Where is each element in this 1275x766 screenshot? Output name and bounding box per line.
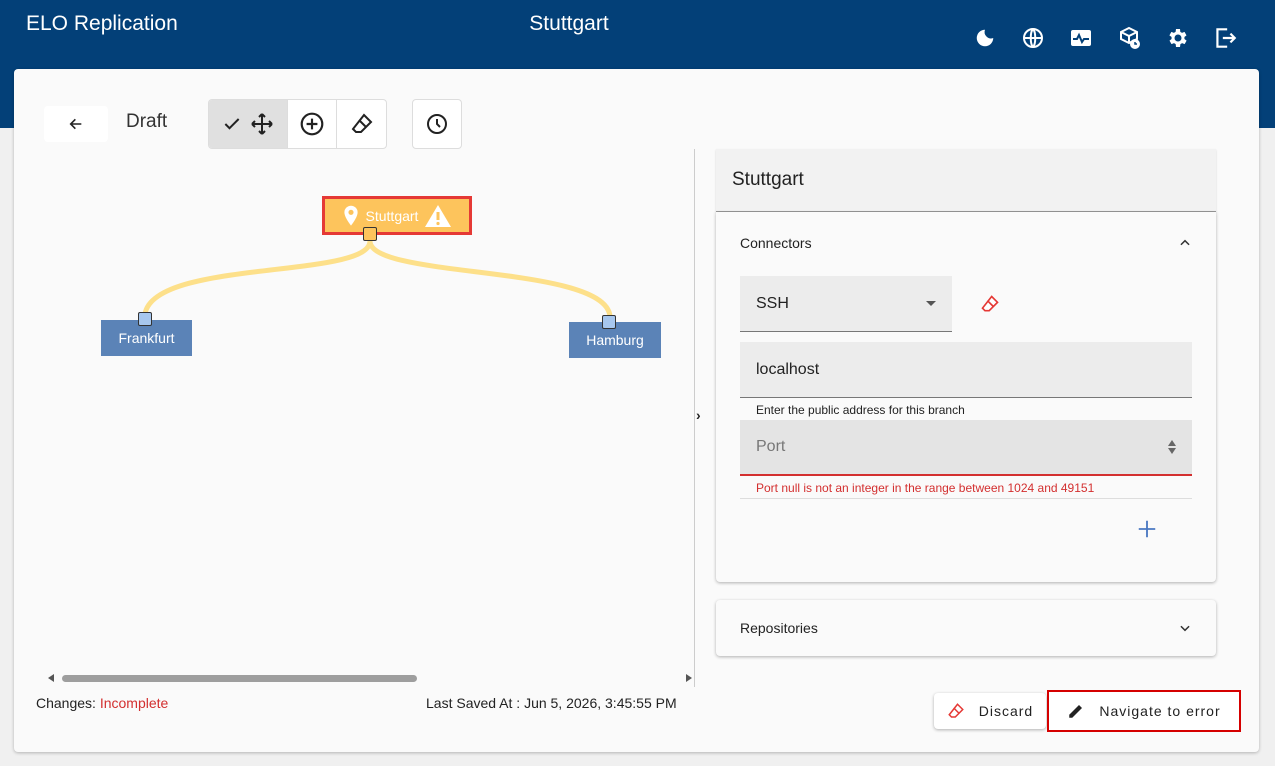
increment-arrow-icon[interactable] xyxy=(1168,440,1176,446)
location-pin-icon xyxy=(343,205,358,226)
settings-icon[interactable] xyxy=(1163,24,1191,52)
divider xyxy=(740,498,1192,499)
node-port[interactable] xyxy=(602,315,616,329)
editor-card: Draft Stuttgart Frankfurt Hamburg › Chan… xyxy=(14,69,1259,752)
edge-stuttgart-hamburg xyxy=(367,240,613,317)
changes-value: Incomplete xyxy=(99,695,169,711)
add-connector-button[interactable] xyxy=(1136,518,1158,545)
connectors-title: Connectors xyxy=(740,235,812,251)
edge-stuttgart-frankfurt xyxy=(142,240,373,315)
package-status-icon[interactable] xyxy=(1115,24,1143,52)
navigate-label: Navigate to error xyxy=(1099,703,1221,719)
details-panel: Stuttgart Connectors SSH localhost Enter… xyxy=(716,149,1216,582)
discard-button[interactable]: Discard xyxy=(934,693,1046,729)
connectors-header[interactable]: Connectors xyxy=(716,212,1216,274)
language-icon[interactable] xyxy=(1019,24,1047,52)
navigate-to-error-button[interactable]: Navigate to error xyxy=(1047,690,1241,732)
plus-icon xyxy=(1138,520,1156,538)
scroll-left-arrow[interactable] xyxy=(48,674,54,682)
top-icons xyxy=(971,24,1239,52)
changes-status: Changes: Incomplete xyxy=(36,695,168,711)
saved-label: Last Saved At : xyxy=(426,695,521,711)
collapse-panel-chevron-icon[interactable]: › xyxy=(696,407,701,423)
panel-splitter[interactable] xyxy=(694,149,695,687)
location-title: Stuttgart xyxy=(529,12,609,35)
last-saved-status: Last Saved At : Jun 5, 2026, 3:45:55 PM xyxy=(426,695,677,711)
connector-type-select[interactable]: SSH xyxy=(740,276,952,332)
repositories-section-header[interactable]: Repositories xyxy=(716,600,1216,656)
dropdown-arrow-icon xyxy=(926,301,936,306)
port-field[interactable]: Port xyxy=(740,420,1192,476)
logout-icon[interactable] xyxy=(1211,24,1239,52)
saved-value: Jun 5, 2026, 3:45:55 PM xyxy=(524,695,677,711)
decrement-arrow-icon[interactable] xyxy=(1168,448,1176,454)
port-stepper[interactable] xyxy=(1168,440,1176,454)
pencil-icon xyxy=(1069,705,1083,718)
panel-title: Stuttgart xyxy=(716,149,1216,212)
graph-edges xyxy=(142,240,613,317)
node-label: Stuttgart xyxy=(365,207,419,224)
host-field[interactable]: localhost xyxy=(740,342,1192,398)
graph-horizontal-scrollbar[interactable] xyxy=(44,671,692,685)
monitoring-icon[interactable] xyxy=(1067,24,1095,52)
node-label: Frankfurt xyxy=(118,330,175,346)
chevron-up-icon xyxy=(1180,239,1190,246)
port-placeholder: Port xyxy=(756,438,786,455)
repositories-title: Repositories xyxy=(740,620,818,636)
port-error: Port null is not an integer in the range… xyxy=(756,481,1095,495)
node-stuttgart[interactable]: Stuttgart xyxy=(322,196,472,235)
node-label: Hamburg xyxy=(586,332,644,348)
scroll-thumb[interactable] xyxy=(62,675,417,682)
connectors-section: Connectors SSH localhost Enter the publi… xyxy=(716,212,1216,582)
eraser-icon xyxy=(981,295,999,312)
dark-mode-icon[interactable] xyxy=(971,24,999,52)
eraser-icon xyxy=(948,703,964,718)
scroll-right-arrow[interactable] xyxy=(686,674,692,682)
warning-icon xyxy=(425,204,452,227)
remove-connector-button[interactable] xyxy=(980,294,1000,319)
discard-label: Discard xyxy=(978,703,1034,719)
host-value: localhost xyxy=(756,360,820,378)
connector-type-value: SSH xyxy=(756,294,789,312)
node-port[interactable] xyxy=(138,312,152,326)
host-hint: Enter the public address for this branch xyxy=(756,403,965,417)
chevron-down-icon xyxy=(1180,625,1190,632)
node-port[interactable] xyxy=(363,227,377,241)
changes-label: Changes: xyxy=(36,695,96,711)
